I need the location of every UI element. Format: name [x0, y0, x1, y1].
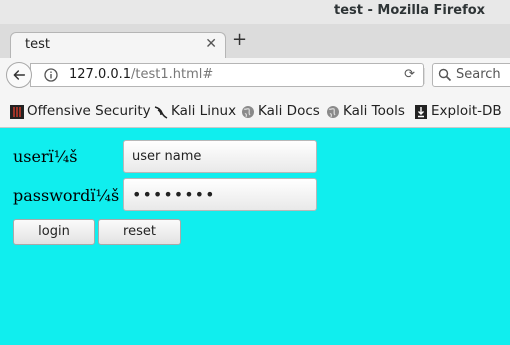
exploit-db-icon	[415, 105, 427, 119]
kali-dragon-icon	[154, 106, 168, 119]
tab-label: test	[25, 37, 50, 52]
globe-icon	[327, 106, 339, 118]
bookmark-label: Kali Linux	[171, 103, 237, 119]
user-label: userï¼š	[13, 147, 78, 166]
window-title: test - Mozilla Firefox	[334, 3, 486, 18]
bookmark-label: Exploit-DB	[431, 103, 502, 119]
tab-strip: test ✕	[0, 24, 510, 59]
bookmarks-toolbar: Offensive Security Kali Linux Kali Docs …	[0, 94, 510, 128]
password-input[interactable]: ••••••••	[123, 178, 317, 211]
tab-test[interactable]: test ✕	[10, 32, 226, 58]
search-icon	[438, 68, 452, 82]
close-icon[interactable]: ✕	[205, 36, 217, 52]
back-button[interactable]	[6, 62, 32, 88]
username-input[interactable]: user name	[123, 140, 317, 173]
login-button[interactable]: login	[13, 219, 95, 245]
back-arrow-icon	[13, 70, 26, 80]
window-titlebar: test - Mozilla Firefox	[0, 0, 510, 24]
globe-icon	[242, 106, 254, 118]
url-path: /test1.html#	[131, 67, 214, 82]
bookmark-label: Kali Docs	[258, 103, 320, 119]
navigation-toolbar: 127.0.0.1/test1.html# ⟳ Search	[0, 58, 510, 95]
url-separator	[424, 68, 425, 84]
bookmark-label: Kali Tools	[343, 103, 405, 119]
search-box[interactable]: Search	[432, 63, 510, 87]
reload-icon[interactable]: ⟳	[404, 67, 415, 82]
url-bar[interactable]: 127.0.0.1/test1.html# ⟳	[30, 63, 425, 87]
offsec-icon	[10, 105, 24, 119]
url-host: 127.0.0.1	[69, 67, 132, 82]
bookmark-label: Offensive Security	[27, 103, 151, 119]
url-text[interactable]: 127.0.0.1/test1.html#	[69, 67, 213, 82]
info-icon[interactable]	[44, 68, 58, 82]
search-placeholder: Search	[456, 67, 501, 82]
new-tab-icon[interactable]: +	[232, 30, 247, 50]
password-label: passwordï¼š	[13, 186, 120, 205]
reset-button[interactable]: reset	[98, 219, 181, 245]
